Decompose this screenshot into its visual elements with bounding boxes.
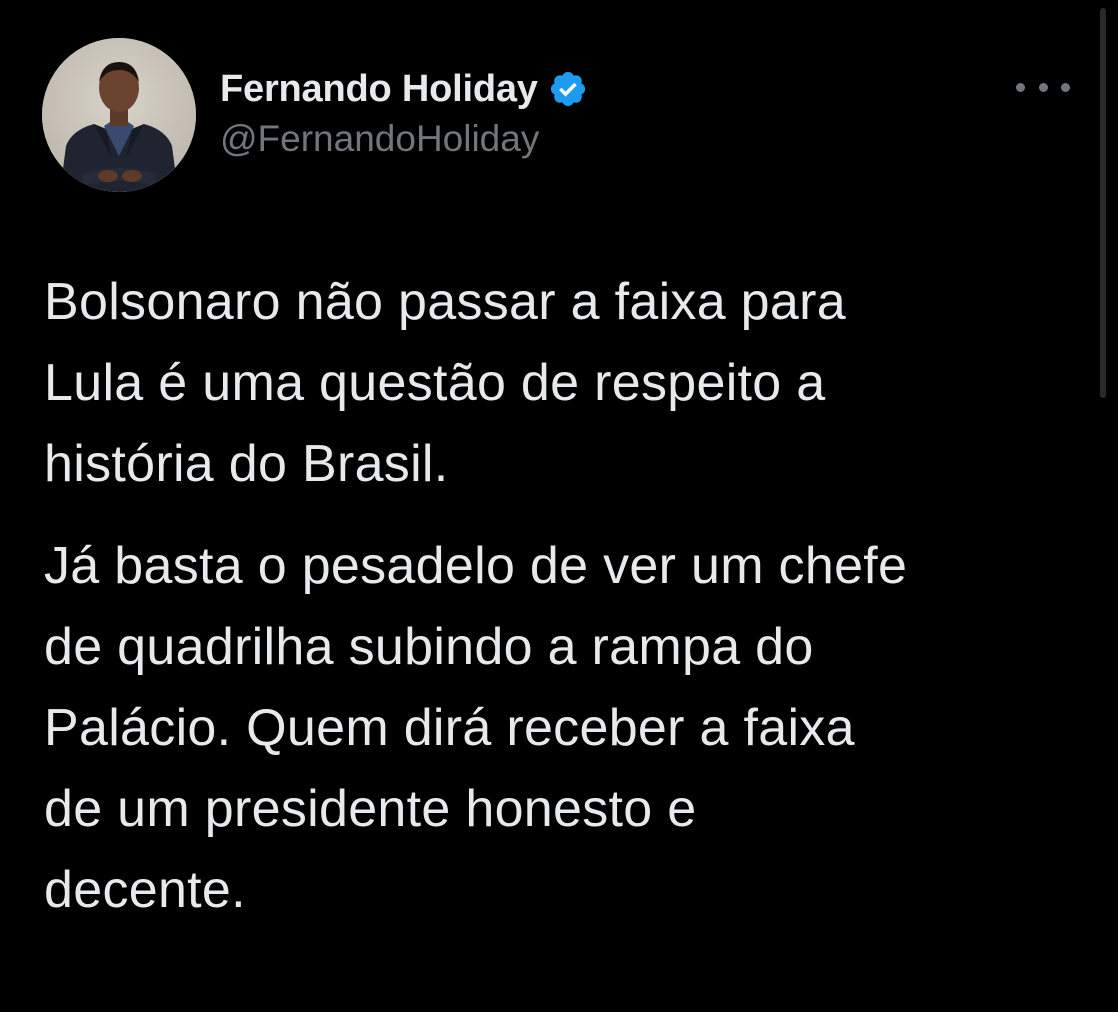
profile-photo-icon [42, 38, 196, 192]
tweet-text: Bolsonaro não passar a faixa para Lula é… [44, 262, 1074, 931]
author-handle[interactable]: @FernandoHoliday [220, 118, 539, 160]
author-name-row: Fernando Holiday [220, 64, 588, 114]
tweet-paragraph: Bolsonaro não passar a faixa para Lula é… [44, 273, 846, 493]
tweet-card: Fernando Holiday @FernandoHoliday Bolson… [0, 0, 1118, 1012]
more-options-button[interactable] [1016, 72, 1070, 102]
ellipsis-icon [1038, 82, 1048, 92]
tweet-paragraph: Já basta o pesadelo de ver um chefe de q… [44, 537, 908, 919]
scrollbar[interactable] [1100, 8, 1106, 398]
avatar[interactable] [42, 38, 196, 192]
author-display-name[interactable]: Fernando Holiday [220, 68, 538, 111]
verified-badge-icon [548, 69, 588, 109]
ellipsis-icon [1016, 82, 1025, 92]
ellipsis-icon [1061, 82, 1070, 92]
